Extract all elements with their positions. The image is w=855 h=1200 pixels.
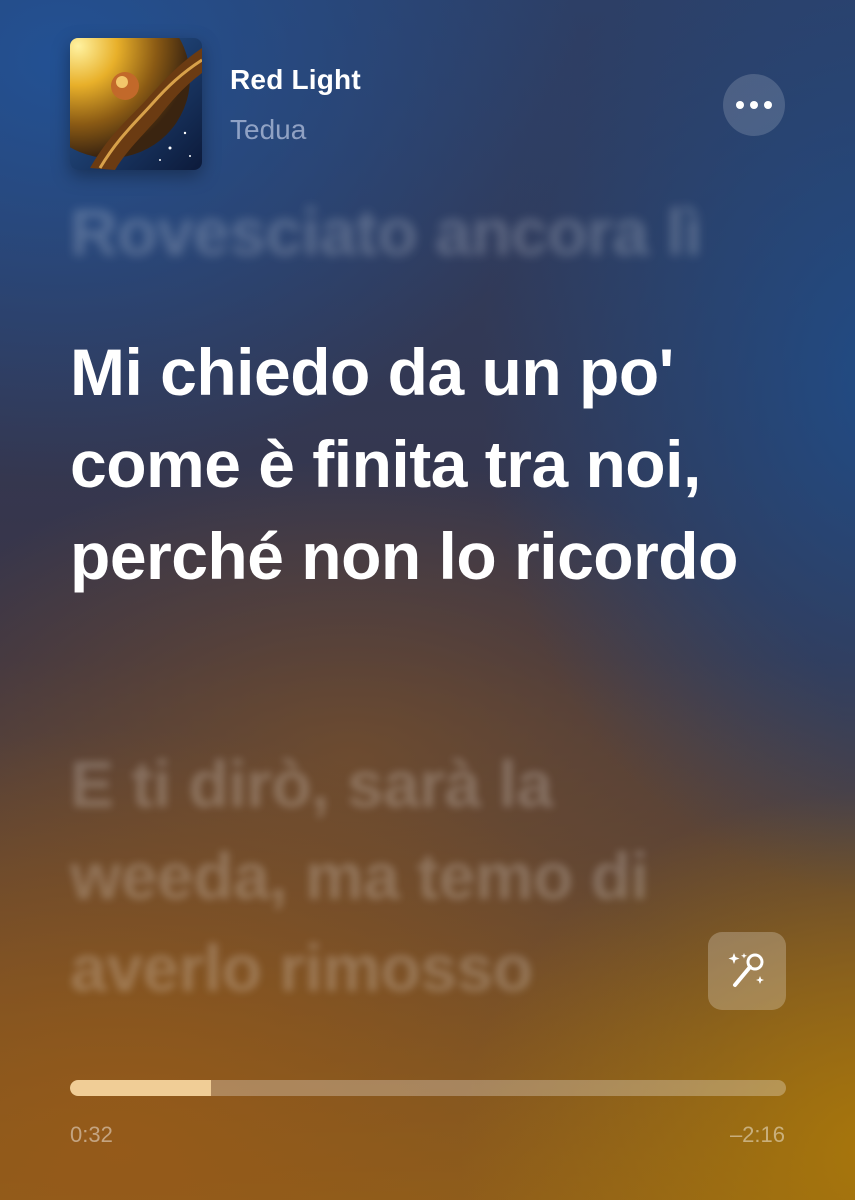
now-playing-header: Red Light Tedua xyxy=(70,38,785,170)
song-title[interactable]: Red Light xyxy=(230,64,361,96)
sing-microphone-icon xyxy=(728,953,764,987)
lyric-line-next[interactable]: E ti dirò, sarà la weeda, ma temo di ave… xyxy=(70,738,730,1014)
ellipsis-icon xyxy=(736,101,744,109)
progress-fill xyxy=(70,1080,212,1096)
artist-name[interactable]: Tedua xyxy=(230,114,306,146)
ellipsis-icon xyxy=(764,101,772,109)
lyric-line-previous[interactable]: Rovesciato ancora lì xyxy=(70,186,790,278)
more-options-button[interactable] xyxy=(723,74,785,136)
playback-progress-bar[interactable] xyxy=(70,1080,786,1096)
album-art-image xyxy=(70,38,202,170)
sing-lyrics-button[interactable] xyxy=(708,932,786,1010)
time-elapsed: 0:32 xyxy=(70,1122,113,1147)
lyric-line-current[interactable]: Mi chiedo da un po' come è finita tra no… xyxy=(70,326,810,602)
album-cover[interactable] xyxy=(70,38,202,170)
ellipsis-icon xyxy=(750,101,758,109)
time-remaining: –2:16 xyxy=(729,1122,785,1147)
